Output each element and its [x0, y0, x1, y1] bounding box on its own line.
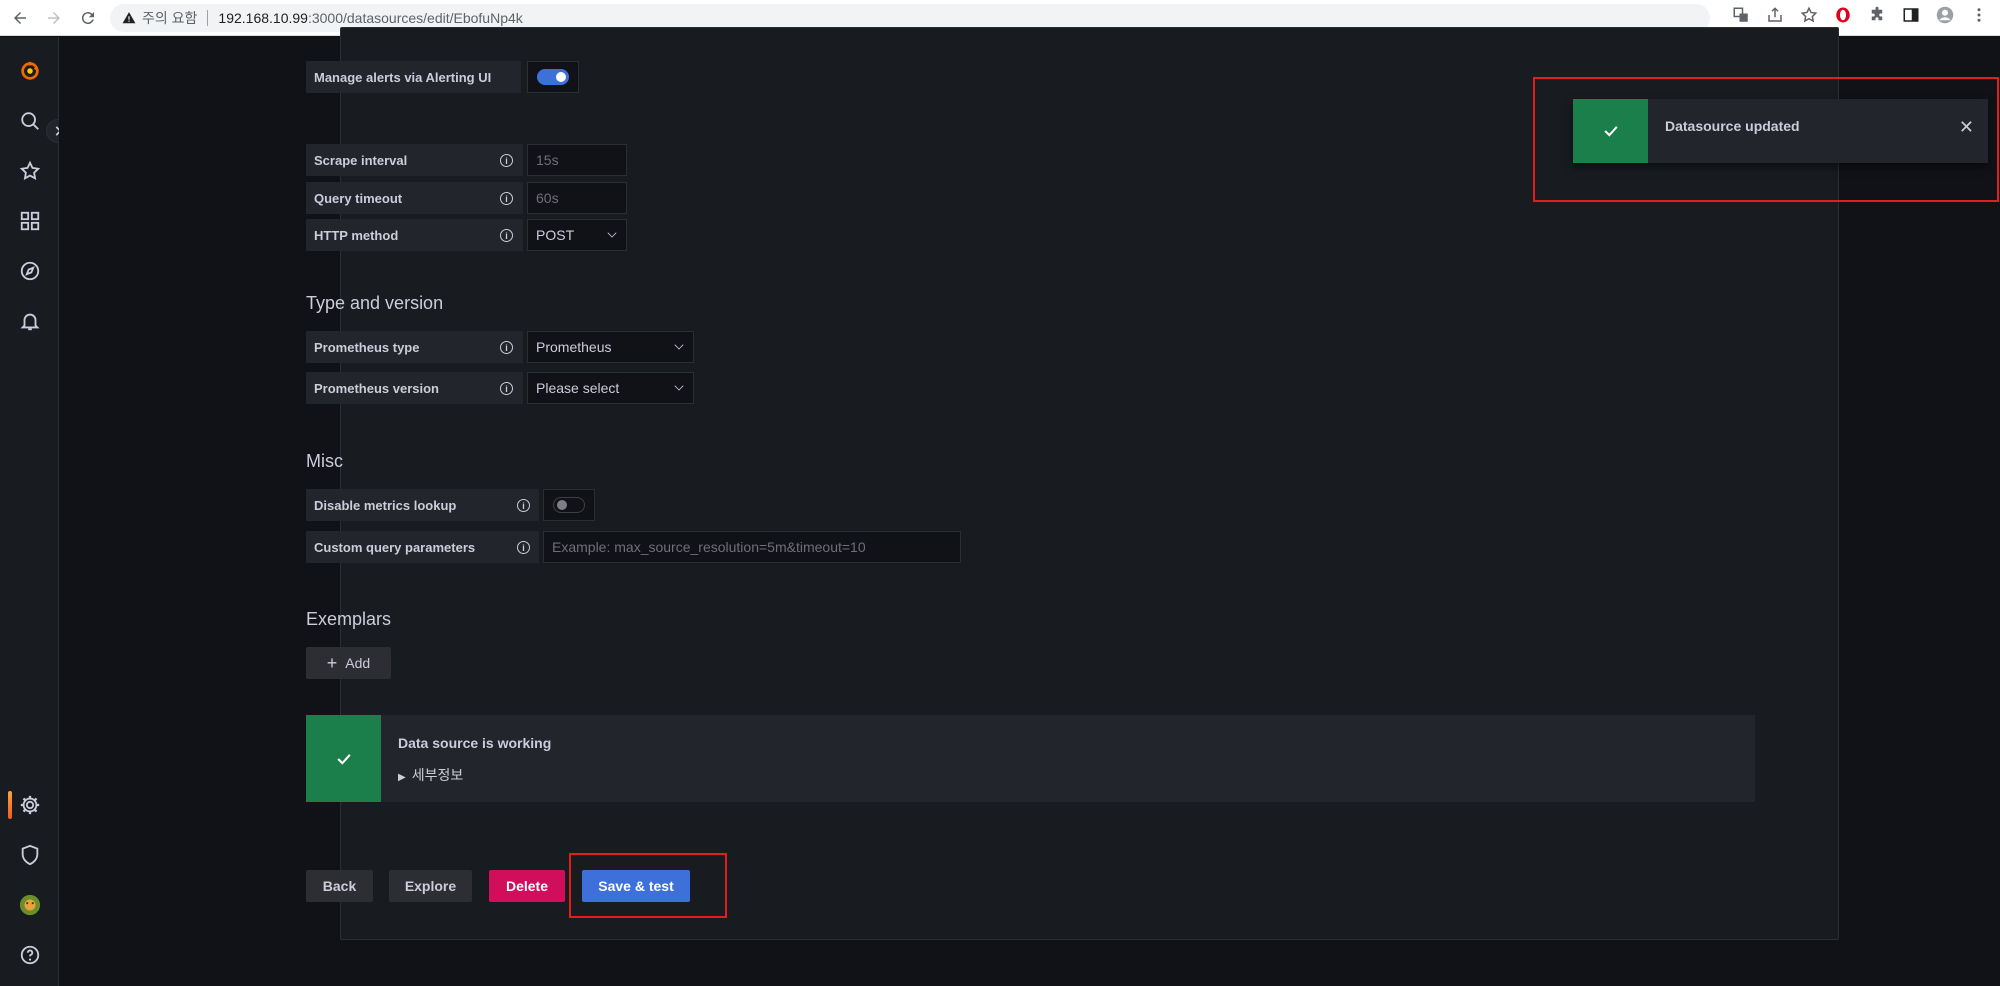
side-menu: [0, 37, 70, 986]
forward-arrow-icon[interactable]: [40, 4, 68, 32]
side-panel-icon[interactable]: [1900, 4, 1922, 26]
http-method-value: POST: [536, 227, 575, 243]
url-host: 192.168.10.99: [218, 9, 308, 26]
datasource-status-alert: Data source is working ▶ 세부정보: [306, 715, 1755, 802]
exemplars-title: Exemplars: [306, 609, 392, 629]
alerting-bell-icon[interactable]: [0, 301, 59, 341]
custom-query-parameters-label: Custom query parameters: [306, 531, 539, 563]
explore-compass-icon[interactable]: [0, 251, 59, 291]
manage-alerts-toggle[interactable]: [527, 61, 579, 93]
highlight-box-save: [569, 853, 727, 918]
bookmark-star-icon[interactable]: [1798, 4, 1820, 26]
scrape-interval-label: Scrape interval: [306, 144, 523, 176]
info-icon[interactable]: i: [517, 541, 530, 554]
url-path: :3000/datasources/edit/EbofuNp4k: [307, 9, 523, 26]
warning-icon: [122, 11, 136, 23]
add-exemplar-label: Add: [345, 655, 371, 671]
status-title: Data source is working: [398, 735, 552, 751]
details-label: 세부정보: [411, 767, 464, 783]
info-icon[interactable]: i: [500, 382, 513, 395]
explore-button[interactable]: Explore: [389, 870, 472, 902]
plus-icon: +: [326, 652, 338, 673]
disable-metrics-lookup-toggle[interactable]: [543, 489, 595, 521]
chevron-down-icon: [674, 381, 684, 391]
toggle-switch-off: [553, 497, 585, 513]
info-icon[interactable]: i: [500, 192, 513, 205]
server-admin-shield-icon[interactable]: [0, 835, 59, 875]
type-version-title: Type and version: [306, 293, 444, 313]
scrape-interval-input[interactable]: 15s: [527, 144, 627, 176]
prometheus-type-label: Prometheus type: [306, 331, 523, 363]
security-warning[interactable]: 주의 요함: [122, 8, 197, 28]
extensions-puzzle-icon[interactable]: [1866, 4, 1888, 26]
prometheus-type-select[interactable]: Prometheus: [527, 331, 694, 363]
prometheus-version-label: Prometheus version: [306, 372, 523, 404]
prometheus-type-value: Prometheus: [536, 339, 612, 355]
profile-avatar-icon[interactable]: [1934, 4, 1956, 26]
back-arrow-icon[interactable]: [6, 4, 34, 32]
starred-icon[interactable]: [0, 151, 59, 191]
share-icon[interactable]: [1764, 4, 1786, 26]
help-icon[interactable]: [0, 935, 59, 975]
info-icon[interactable]: i: [500, 229, 513, 242]
prometheus-version-value: Please select: [536, 380, 620, 396]
caret-right-icon: ▶: [398, 772, 406, 783]
query-timeout-input[interactable]: 60s: [527, 182, 627, 214]
more-menu-icon[interactable]: [1968, 4, 1990, 26]
query-timeout-text: Query timeout: [314, 190, 403, 206]
check-icon: [306, 715, 381, 802]
delete-button[interactable]: Delete: [489, 870, 565, 902]
translate-icon[interactable]: [1730, 4, 1752, 26]
http-method-select[interactable]: POST: [527, 219, 627, 251]
info-icon[interactable]: i: [517, 499, 530, 512]
disable-metrics-lookup-text: Disable metrics lookup: [314, 497, 457, 513]
info-icon[interactable]: i: [500, 341, 513, 354]
toggle-switch-on: [537, 69, 569, 85]
custom-query-parameters-text: Custom query parameters: [314, 539, 476, 555]
query-timeout-label: Query timeout: [306, 182, 523, 214]
dashboards-icon[interactable]: [0, 201, 59, 241]
details-toggle[interactable]: ▶ 세부정보: [398, 765, 463, 785]
security-warning-text: 주의 요함: [142, 9, 198, 26]
custom-query-parameters-input[interactable]: Example: max_source_resolution=5m&timeou…: [543, 531, 961, 563]
http-method-label: HTTP method: [306, 219, 523, 251]
add-exemplar-button[interactable]: + Add: [306, 647, 391, 679]
opera-extension-icon[interactable]: [1832, 4, 1854, 26]
scrape-interval-text: Scrape interval: [314, 152, 408, 168]
configuration-gear-icon[interactable]: [0, 785, 59, 825]
user-avatar[interactable]: [0, 885, 59, 925]
disable-metrics-lookup-label: Disable metrics lookup: [306, 489, 539, 521]
chevron-down-icon: [674, 340, 684, 350]
grafana-logo-icon[interactable]: [0, 51, 59, 91]
prometheus-version-text: Prometheus version: [314, 380, 439, 396]
prometheus-type-text: Prometheus type: [314, 339, 420, 355]
chevron-down-icon: [607, 228, 617, 238]
info-icon[interactable]: i: [500, 154, 513, 167]
manage-alerts-label: Manage alerts via Alerting UI: [306, 61, 521, 93]
http-method-text: HTTP method: [314, 227, 399, 243]
prometheus-version-select[interactable]: Please select: [527, 372, 694, 404]
divider: [207, 9, 209, 26]
highlight-box-toast: [1533, 77, 1999, 202]
reload-icon[interactable]: [74, 4, 102, 32]
back-button[interactable]: Back: [306, 870, 373, 902]
misc-title: Misc: [306, 451, 343, 471]
